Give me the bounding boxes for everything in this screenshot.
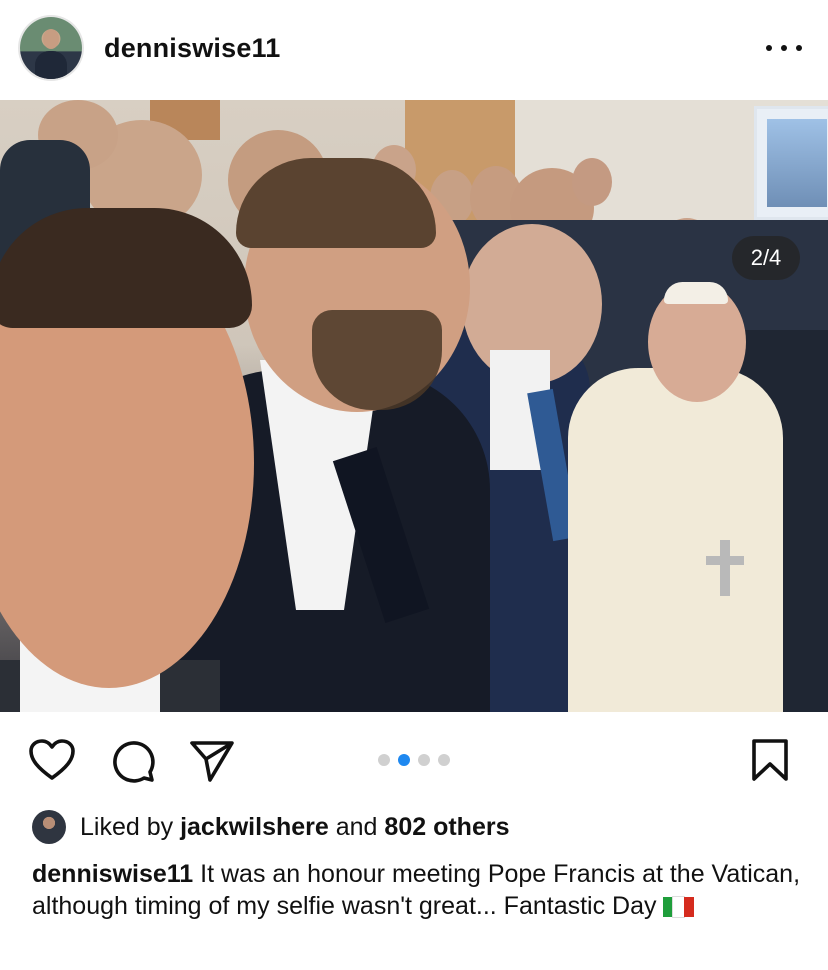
likes-row: Liked by jackwilshere and 802 others [32, 808, 509, 846]
more-dot [781, 45, 787, 51]
liker-username[interactable]: jackwilshere [180, 813, 329, 841]
photo-hair [0, 208, 252, 328]
profile-avatar[interactable] [20, 17, 82, 79]
post-header: denniswise11 [0, 0, 828, 100]
likes-prefix: Liked by [80, 812, 174, 841]
avatar-face [43, 29, 59, 49]
post-caption: denniswise11 It was an honour meeting Po… [32, 858, 802, 922]
carousel-dot [438, 754, 450, 766]
more-horizontal-icon[interactable] [766, 36, 802, 60]
carousel-dot-active [398, 754, 410, 766]
send-icon[interactable] [188, 738, 236, 789]
likes-count[interactable]: 802 others [384, 813, 509, 841]
photo-zucchetto [664, 282, 728, 304]
photo-cassock [568, 368, 783, 712]
carousel-dot [378, 754, 390, 766]
liker-avatar[interactable] [32, 810, 66, 844]
more-dot [796, 45, 802, 51]
carousel-dot [418, 754, 430, 766]
likes-text: Liked by jackwilshere and 802 others [80, 813, 509, 842]
avatar-suit [35, 51, 67, 79]
post-photo[interactable]: 2/4 [0, 100, 828, 712]
italy-flag-icon [662, 893, 695, 918]
caption-username[interactable]: denniswise11 [32, 860, 193, 888]
post-username[interactable]: denniswise11 [104, 33, 281, 64]
photo-person [572, 158, 612, 206]
photo-screen [754, 106, 828, 220]
photo-cross [720, 540, 730, 596]
more-dot [766, 45, 772, 51]
likes-middle: and [335, 812, 378, 841]
comment-icon[interactable] [110, 738, 156, 789]
heart-icon[interactable] [28, 738, 76, 787]
bookmark-icon[interactable] [750, 738, 790, 787]
carousel-counter: 2/4 [732, 236, 800, 280]
photo-cross [706, 556, 744, 565]
carousel-indicator [378, 754, 450, 766]
